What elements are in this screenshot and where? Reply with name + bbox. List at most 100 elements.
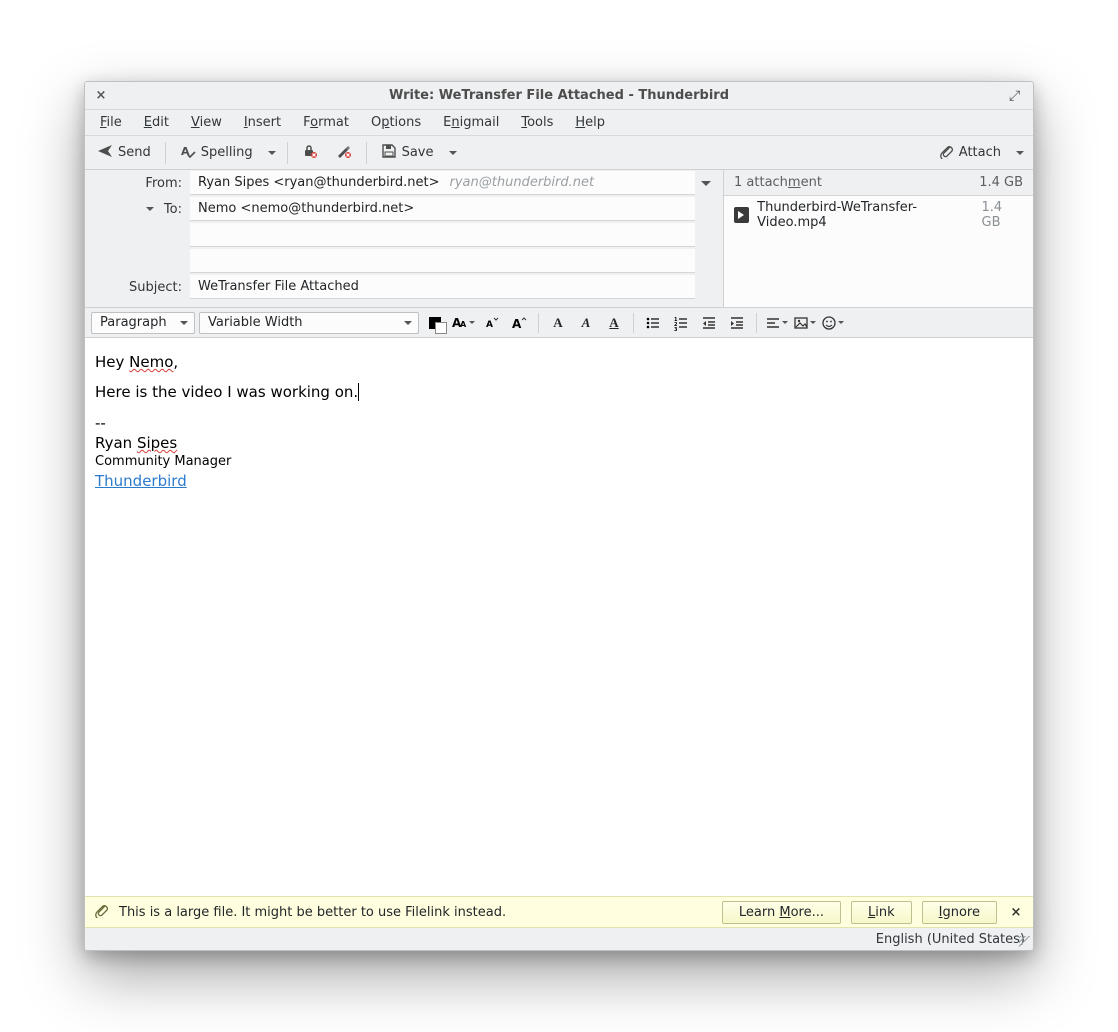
filelink-notification: This is a large file. It might be better… — [85, 896, 1033, 928]
to-label: To: — [164, 202, 182, 217]
font-size-menu[interactable]: AA — [451, 311, 475, 335]
align-menu[interactable] — [764, 311, 788, 335]
compose-window: × Write: WeTransfer File Attached - Thun… — [84, 81, 1034, 951]
notification-close-button[interactable]: × — [1007, 905, 1025, 920]
emoji-menu[interactable] — [820, 311, 844, 335]
signature-divider: -- — [95, 413, 1023, 433]
text-color-button[interactable] — [423, 311, 447, 335]
header-fields: From: Ryan Sipes <ryan@thunderbird.net> … — [85, 170, 723, 307]
to-type-dropdown[interactable] — [140, 203, 160, 215]
format-toolbar: Paragraph Variable Width AA A A A A A 12… — [85, 308, 1033, 338]
signature-name: Ryan Sipes — [95, 433, 1023, 453]
svg-text:A: A — [512, 317, 522, 331]
menu-format[interactable]: Format — [292, 110, 360, 135]
menu-file[interactable]: File — [89, 110, 133, 135]
toolbar: Send A Spelling Save — [85, 136, 1033, 170]
to-field[interactable]: Nemo <nemo@thunderbird.net> — [190, 197, 695, 221]
save-label: Save — [402, 145, 434, 160]
menu-enigmail[interactable]: Enigmail — [432, 110, 510, 135]
attach-button[interactable]: Attach — [932, 140, 1007, 166]
subject-row: Subject: WeTransfer File Attached — [85, 274, 717, 300]
save-icon — [381, 143, 397, 163]
attach-label: Attach — [959, 145, 1001, 160]
bold-button[interactable]: A — [546, 311, 570, 335]
send-icon — [97, 143, 113, 163]
attach-dropdown[interactable] — [1013, 147, 1027, 159]
lock-icon — [302, 143, 318, 163]
menu-insert[interactable]: Insert — [233, 110, 292, 135]
indent-button[interactable] — [725, 311, 749, 335]
spelling-button[interactable]: A Spelling — [174, 140, 259, 166]
from-row: From: Ryan Sipes <ryan@thunderbird.net> … — [85, 170, 717, 196]
window-maximize-button[interactable]: ⤢ — [1009, 88, 1025, 104]
signature-link[interactable]: Thunderbird — [95, 472, 187, 490]
status-bar: English (United States) — [85, 928, 1033, 950]
recipient-field-empty[interactable] — [190, 223, 695, 247]
to-value: Nemo <nemo@thunderbird.net> — [198, 201, 414, 216]
video-file-icon — [734, 207, 749, 223]
attachment-header[interactable]: 1 attachment 1.4 GB — [724, 170, 1033, 196]
paragraph-style-value: Paragraph — [100, 315, 167, 330]
titlebar: × Write: WeTransfer File Attached - Thun… — [85, 82, 1033, 110]
recipient-row-empty1 — [85, 222, 717, 248]
spelling-dropdown[interactable] — [265, 147, 279, 159]
font-family-select[interactable]: Variable Width — [199, 312, 419, 334]
recipient-field-empty[interactable] — [190, 249, 695, 273]
menu-tools[interactable]: Tools — [510, 110, 564, 135]
menu-help[interactable]: Help — [564, 110, 616, 135]
from-selector[interactable]: Ryan Sipes <ryan@thunderbird.net> ryan@t… — [190, 171, 695, 195]
menubar: File Edit View Insert Format Options Eni… — [85, 110, 1033, 136]
italic-button[interactable]: A — [574, 311, 598, 335]
svg-text:A: A — [486, 320, 493, 330]
from-label: From: — [85, 176, 190, 191]
menu-view[interactable]: View — [180, 110, 233, 135]
from-identity: ryan@thunderbird.net — [450, 175, 595, 190]
spelling-icon: A — [180, 143, 196, 163]
window-close-button[interactable]: × — [93, 88, 109, 103]
subject-field[interactable]: WeTransfer File Attached — [190, 275, 695, 299]
body-line: Here is the video I was working on. — [95, 382, 1023, 402]
language-indicator[interactable]: English (United States) — [876, 932, 1025, 947]
menu-edit[interactable]: Edit — [133, 110, 180, 135]
save-button[interactable]: Save — [375, 140, 440, 166]
outdent-button[interactable] — [697, 311, 721, 335]
insert-image-menu[interactable] — [792, 311, 816, 335]
attachment-size: 1.4 GB — [982, 200, 1023, 230]
attachment-item[interactable]: Thunderbird-WeTransfer-Video.mp4 1.4 GB — [724, 196, 1033, 234]
font-family-value: Variable Width — [208, 315, 303, 330]
color-swatch-icon — [429, 317, 441, 329]
sign-button[interactable] — [330, 140, 358, 166]
from-dropdown[interactable] — [695, 176, 717, 191]
spelling-label: Spelling — [201, 145, 253, 160]
attachment-name: Thunderbird-WeTransfer-Video.mp4 — [757, 200, 973, 230]
send-button[interactable]: Send — [91, 140, 157, 166]
attachment-pane: 1 attachment 1.4 GB Thunderbird-WeTransf… — [723, 170, 1033, 307]
paperclip-icon — [93, 902, 109, 922]
window-title: Write: WeTransfer File Attached - Thunde… — [109, 88, 1009, 103]
attachment-total-size: 1.4 GB — [979, 175, 1023, 190]
notification-message: This is a large file. It might be better… — [119, 905, 712, 920]
link-button[interactable]: Link — [851, 901, 912, 924]
subject-label: Subject: — [85, 280, 190, 295]
subject-value: WeTransfer File Attached — [198, 279, 359, 294]
bullet-list-button[interactable] — [641, 311, 665, 335]
resize-grip[interactable] — [1019, 936, 1031, 948]
learn-more-button[interactable]: Learn More... — [722, 901, 841, 924]
font-larger-button[interactable]: A — [507, 311, 531, 335]
ignore-button[interactable]: Ignore — [922, 901, 997, 924]
font-smaller-button[interactable]: A — [479, 311, 503, 335]
security-button[interactable] — [296, 140, 324, 166]
to-row: To: Nemo <nemo@thunderbird.net> — [85, 196, 717, 222]
menu-options[interactable]: Options — [360, 110, 432, 135]
paragraph-style-select[interactable]: Paragraph — [91, 312, 195, 334]
recipient-row-empty2 — [85, 248, 717, 274]
underline-button[interactable]: A — [602, 311, 626, 335]
send-label: Send — [118, 145, 151, 160]
signature-title: Community Manager — [95, 453, 1023, 471]
attachment-count: 1 attachment — [734, 175, 822, 190]
save-dropdown[interactable] — [446, 147, 460, 159]
numbered-list-button[interactable]: 123 — [669, 311, 693, 335]
message-body-editor[interactable]: Hey Nemo, Here is the video I was workin… — [85, 338, 1033, 896]
body-line: Hey Nemo, — [95, 352, 1023, 372]
paperclip-icon — [938, 143, 954, 163]
